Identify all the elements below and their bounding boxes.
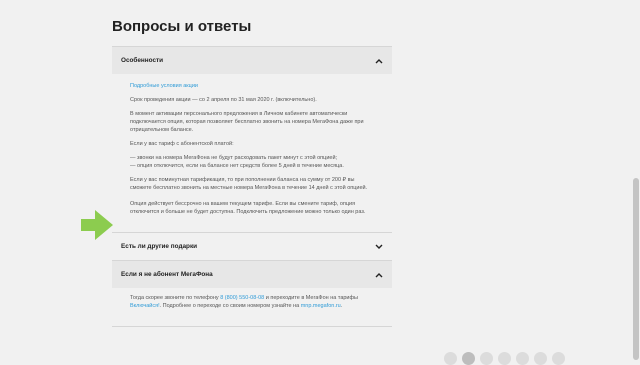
answer-paragraph: Если у вас поминутная тарификация, то пр…: [130, 177, 368, 191]
answer-paragraph: Если у вас тариф с абонентской платой:: [130, 141, 234, 147]
chevron-down-icon[interactable]: [375, 243, 383, 251]
social-icon[interactable]: [444, 352, 457, 365]
faq-question: Особенности: [121, 57, 164, 64]
faq-header-not-subscriber[interactable]: Если я не абонент МегаФона: [112, 261, 392, 288]
faq-header-features[interactable]: Особенности: [112, 47, 392, 74]
faq-question: Есть ли другие подарки: [121, 243, 198, 250]
social-icon[interactable]: [498, 352, 511, 365]
answer-paragraph: — опция отключится, если на балансе нет …: [130, 163, 344, 169]
faq-item-features: Особенности Подробные условия акции Срок…: [112, 46, 392, 232]
answer-paragraph: — звонки на номера МегаФона не будут рас…: [130, 155, 338, 161]
tariffs-link[interactable]: Включайся!: [130, 303, 160, 309]
faq-item-not-subscriber: Если я не абонент МегаФона Тогда скорее …: [112, 260, 392, 327]
scrollbar[interactable]: [632, 0, 640, 360]
social-icon[interactable]: [516, 352, 529, 365]
social-icon[interactable]: [462, 352, 475, 365]
faq-question: Если я не абонент МегаФона: [121, 271, 213, 278]
arrow-right-icon: [79, 208, 115, 247]
answer-paragraph: Срок проведения акции — со 2 апреля по 3…: [130, 97, 317, 103]
faq-header-gifts[interactable]: Есть ли другие подарки: [112, 233, 392, 260]
answer-paragraph: Опция действует бессрочно на вашем текущ…: [130, 201, 366, 215]
faq-answer-not-subscriber: Тогда скорее звоните по телефону 8 (800)…: [112, 288, 392, 326]
conditions-link[interactable]: Подробные условия акции: [130, 83, 198, 89]
faq-accordion: Особенности Подробные условия акции Срок…: [112, 46, 392, 327]
chevron-up-icon[interactable]: [375, 57, 383, 65]
phone-link[interactable]: 8 (800) 550-08-08: [220, 295, 264, 301]
faq-item-gifts: Есть ли другие подарки: [112, 232, 392, 260]
answer-paragraph: Тогда скорее звоните по телефону 8 (800)…: [130, 295, 358, 309]
scrollbar-thumb[interactable]: [633, 178, 639, 360]
answer-paragraph: В момент активации персонального предлож…: [130, 111, 364, 133]
mnp-site-link[interactable]: mnp.megafon.ru: [301, 303, 341, 309]
footer-social-icons: [444, 352, 565, 365]
social-icon[interactable]: [480, 352, 493, 365]
page-title: Вопросы и ответы: [112, 18, 252, 35]
social-icon[interactable]: [534, 352, 547, 365]
faq-answer-features: Подробные условия акции Срок проведения …: [112, 74, 392, 232]
social-icon[interactable]: [552, 352, 565, 365]
chevron-up-icon[interactable]: [375, 271, 383, 279]
